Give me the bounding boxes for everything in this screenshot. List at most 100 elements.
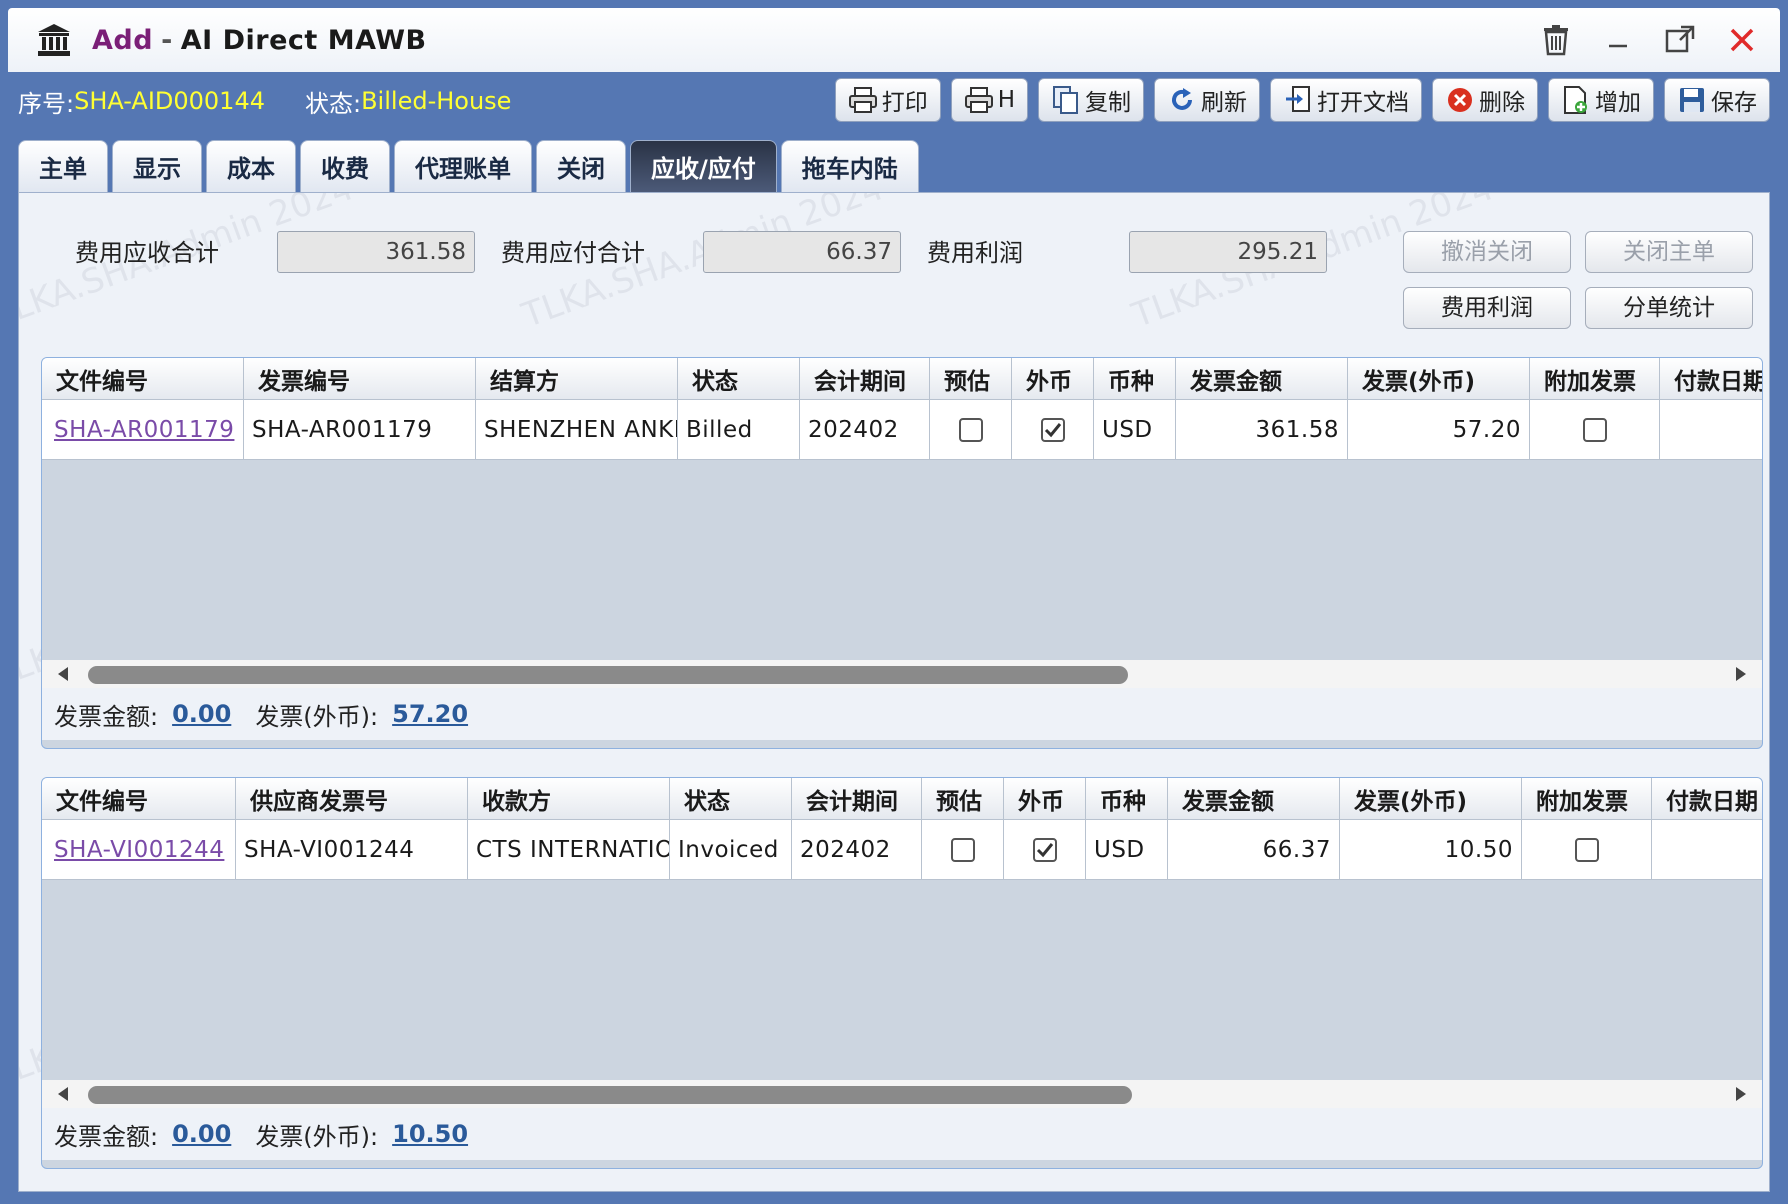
- estimate-checkbox[interactable]: [950, 837, 975, 862]
- footer-fc-value[interactable]: 57.20: [392, 700, 468, 728]
- payable-total-field[interactable]: 66.37: [703, 231, 901, 273]
- tab-cost[interactable]: 成本: [206, 140, 296, 192]
- col-header-status[interactable]: 状态: [670, 778, 792, 819]
- fee-profit-button[interactable]: 费用利润: [1403, 287, 1571, 329]
- col-header-period[interactable]: 会计期间: [792, 778, 922, 819]
- refresh-icon: [1167, 85, 1197, 115]
- footer-fc-value[interactable]: 10.50: [392, 1120, 468, 1148]
- print-button[interactable]: 打印: [834, 78, 941, 122]
- col-header-amount-fc[interactable]: 发票(外币): [1340, 778, 1522, 819]
- receivable-total-field[interactable]: 361.58: [277, 231, 475, 273]
- status: Billed: [686, 416, 753, 443]
- footer-amount-value[interactable]: 0.00: [172, 1120, 231, 1148]
- refresh-button[interactable]: 刷新: [1154, 78, 1260, 122]
- col-header-payment-date[interactable]: 付款日期: [1660, 358, 1762, 399]
- foreign-checkbox[interactable]: [1040, 417, 1065, 442]
- tab-charges[interactable]: 收费: [300, 140, 390, 192]
- amount-fc: 57.20: [1452, 416, 1521, 443]
- state-value: Billed-House: [361, 87, 512, 115]
- receivable-grid-footer: 发票金额: 0.00 发票(外币): 57.20: [42, 688, 1762, 740]
- amount-fc: 10.50: [1444, 836, 1513, 863]
- col-header-supplier-invoice-no[interactable]: 供应商发票号: [236, 778, 468, 819]
- table-row[interactable]: SHA-AR001179 SHA-AR001179 SHENZHEN ANKE …: [42, 400, 1762, 460]
- col-header-amount[interactable]: 发票金额: [1168, 778, 1340, 819]
- col-header-payee[interactable]: 收款方: [468, 778, 670, 819]
- tab-display[interactable]: 显示: [112, 140, 202, 192]
- col-header-amount[interactable]: 发票金额: [1176, 358, 1348, 399]
- status-cell: Invoiced: [670, 820, 792, 879]
- col-header-currency[interactable]: 币种: [1094, 358, 1176, 399]
- period: 202402: [808, 416, 899, 443]
- tab-trucking[interactable]: 拖车内陆: [780, 140, 919, 192]
- tab-receivable-payable[interactable]: 应收/应付: [630, 140, 777, 192]
- supplier-invoice-no-cell: SHA-VI001244: [236, 820, 468, 879]
- col-header-invoice-no[interactable]: 发票编号: [244, 358, 476, 399]
- open-document-button[interactable]: 打开文档: [1270, 78, 1422, 122]
- trash-icon[interactable]: [1536, 20, 1576, 60]
- receivable-total-label: 费用应收合计: [75, 239, 219, 267]
- scroll-left-icon[interactable]: [56, 1086, 70, 1102]
- printer-icon: [848, 85, 878, 115]
- receivable-grid: 文件编号 发票编号 结算方 状态 会计期间 预估 外币 币种 发票金额 发票(外…: [41, 357, 1763, 749]
- tab-bar: 主单 显示 成本 收费 代理账单 关闭 应收/应付 拖车内陆: [18, 140, 919, 192]
- maximize-icon[interactable]: [1660, 20, 1700, 60]
- delete-button[interactable]: 删除: [1432, 78, 1538, 122]
- col-header-party[interactable]: 结算方: [476, 358, 678, 399]
- extra-invoice-checkbox[interactable]: [1582, 417, 1607, 442]
- col-header-currency[interactable]: 币种: [1086, 778, 1168, 819]
- scroll-left-icon[interactable]: [56, 666, 70, 682]
- footer-fc-label: 发票(外币):: [255, 1122, 379, 1151]
- save-label: 保存: [1711, 90, 1757, 116]
- cancel-close-button[interactable]: 撤消关闭: [1403, 231, 1571, 273]
- save-icon: [1677, 85, 1707, 115]
- scroll-right-icon[interactable]: [1734, 1086, 1748, 1102]
- col-header-payment-date[interactable]: 付款日期: [1652, 778, 1762, 819]
- footer-amount-label: 发票金额:: [54, 1122, 159, 1151]
- estimate-cell: [930, 400, 1012, 459]
- table-row[interactable]: SHA-VI001244 SHA-VI001244 CTS INTERNATIO…: [42, 820, 1762, 880]
- receivable-grid-scrollbar[interactable]: [42, 660, 1762, 688]
- copy-button[interactable]: 复制: [1038, 78, 1144, 122]
- payable-grid: 文件编号 供应商发票号 收款方 状态 会计期间 预估 外币 币种 发票金额 发票…: [41, 777, 1763, 1169]
- add-button[interactable]: 增加: [1548, 78, 1654, 122]
- col-header-file-no[interactable]: 文件编号: [42, 778, 236, 819]
- tab-master[interactable]: 主单: [18, 140, 108, 192]
- col-header-status[interactable]: 状态: [678, 358, 800, 399]
- currency-cell: USD: [1086, 820, 1168, 879]
- tab-close[interactable]: 关闭: [536, 140, 626, 192]
- file-no-link[interactable]: SHA-AR001179: [54, 417, 234, 443]
- add-document-icon: [1561, 85, 1591, 115]
- col-header-foreign[interactable]: 外币: [1004, 778, 1086, 819]
- col-header-estimate[interactable]: 预估: [930, 358, 1012, 399]
- file-no-link[interactable]: SHA-VI001244: [54, 837, 224, 863]
- extra-invoice-checkbox[interactable]: [1574, 837, 1599, 862]
- currency-cell: USD: [1094, 400, 1176, 459]
- col-header-file-no[interactable]: 文件编号: [42, 358, 244, 399]
- col-header-period[interactable]: 会计期间: [800, 358, 930, 399]
- payee: CTS INTERNATIONAL: [476, 836, 669, 863]
- scroll-thumb[interactable]: [88, 666, 1128, 684]
- tab-agent-bill[interactable]: 代理账单: [394, 140, 532, 192]
- col-header-estimate[interactable]: 预估: [922, 778, 1004, 819]
- payable-grid-scrollbar[interactable]: [42, 1080, 1762, 1108]
- extra-invoice-cell: [1522, 820, 1652, 879]
- col-header-extra-invoice[interactable]: 附加发票: [1530, 358, 1660, 399]
- minimize-icon[interactable]: [1598, 20, 1638, 60]
- col-header-amount-fc[interactable]: 发票(外币): [1348, 358, 1530, 399]
- col-header-extra-invoice[interactable]: 附加发票: [1522, 778, 1652, 819]
- col-header-foreign[interactable]: 外币: [1012, 358, 1094, 399]
- payable-grid-header: 文件编号 供应商发票号 收款方 状态 会计期间 预估 外币 币种 发票金额 发票…: [42, 778, 1762, 820]
- foreign-checkbox[interactable]: [1032, 837, 1057, 862]
- scroll-thumb[interactable]: [88, 1086, 1132, 1104]
- footer-amount-value[interactable]: 0.00: [172, 700, 231, 728]
- invoice-no: SHA-AR001179: [252, 416, 433, 443]
- profit-field[interactable]: 295.21: [1129, 231, 1327, 273]
- copy-icon: [1051, 85, 1081, 115]
- split-stats-button[interactable]: 分单统计: [1585, 287, 1753, 329]
- print-h-button[interactable]: H: [950, 78, 1028, 122]
- close-master-button[interactable]: 关闭主单: [1585, 231, 1753, 273]
- save-button[interactable]: 保存: [1664, 78, 1770, 122]
- close-icon[interactable]: [1722, 20, 1762, 60]
- estimate-checkbox[interactable]: [958, 417, 983, 442]
- scroll-right-icon[interactable]: [1734, 666, 1748, 682]
